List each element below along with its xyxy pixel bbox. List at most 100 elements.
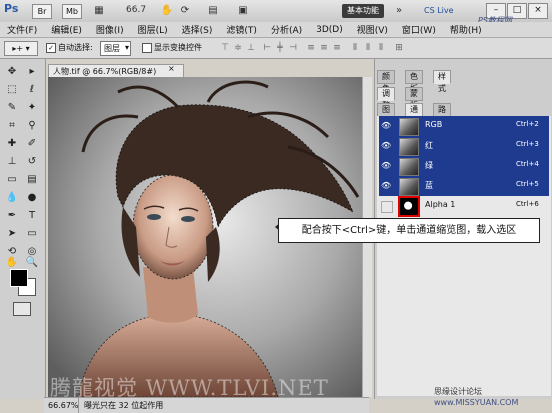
channel-row-green[interactable]: 👁 绿 Ctrl+4	[379, 156, 549, 176]
align-vcenter-icon[interactable]: ≑	[233, 43, 243, 53]
mini-bridge-button[interactable]: Mb	[62, 4, 82, 19]
auto-select-dropdown[interactable]: 图层	[100, 41, 131, 56]
channel-thumbnail[interactable]	[399, 138, 419, 156]
document-tab[interactable]: 人物.tif @ 66.7%(RGB/8#)	[48, 64, 184, 78]
bridge-button[interactable]: Br	[32, 4, 52, 19]
workspace-menu-icon[interactable]: »	[392, 4, 406, 17]
align-bottom-icon[interactable]: ⊥	[246, 43, 256, 53]
hand-tool-icon[interactable]: ✋	[160, 4, 174, 17]
cs-live-button[interactable]: CS Live	[424, 4, 474, 17]
status-info-text: 曝光只在 32 位起作用	[84, 401, 164, 410]
channel-row-red[interactable]: 👁 红 Ctrl+3	[379, 136, 549, 156]
watermark-forum: 思缘设计论坛	[434, 387, 482, 396]
distribute-top-icon[interactable]: ≡	[306, 43, 316, 53]
eye-icon[interactable]: 👁	[381, 161, 391, 171]
dodge-icon[interactable]: ●	[24, 191, 40, 205]
menu-select[interactable]: 选择(S)	[175, 23, 220, 36]
quick-select-icon[interactable]: ✎	[4, 101, 20, 115]
tab-paths[interactable]: 路径	[433, 103, 451, 126]
distribute-right-icon[interactable]: ⫴	[376, 43, 386, 53]
menu-analysis[interactable]: 分析(A)	[264, 23, 309, 36]
channel-name: RGB	[425, 120, 443, 129]
tab-channels[interactable]: 通道	[405, 103, 423, 126]
photoshop-logo: Ps	[4, 2, 19, 15]
gradient-icon[interactable]: ▤	[24, 173, 40, 187]
align-right-icon[interactable]: ⊣	[288, 43, 298, 53]
channel-row-alpha1[interactable]: Alpha 1 Ctrl+6	[379, 196, 549, 217]
zoom-level-dropdown[interactable]: 66.7	[126, 4, 162, 17]
eye-icon[interactable]: 👁	[381, 181, 391, 191]
document-close-icon[interactable]: ×	[168, 64, 175, 73]
application-bar: Ps Br Mb ▦ 66.7 ✋ ⟳ ▤ ▣ 基本功能 » CS Live –…	[0, 0, 552, 23]
path-select-icon[interactable]: ➤	[4, 227, 20, 241]
blur-icon[interactable]: 💧	[4, 191, 20, 205]
tab-layers[interactable]: 图层	[377, 103, 395, 126]
eye-icon[interactable]: 👁	[381, 121, 391, 131]
tab-masks[interactable]: 蒙版	[405, 87, 423, 110]
zoom-icon[interactable]: 🔍	[24, 256, 40, 270]
magic-wand-icon[interactable]: ✦	[24, 101, 40, 115]
menu-help[interactable]: 帮助(H)	[443, 23, 489, 36]
channel-shortcut: Ctrl+2	[516, 120, 539, 128]
instruction-callout: 配合按下<Ctrl>键，单击通道缩览图，载入选区	[278, 218, 540, 243]
show-transform-checkbox[interactable]	[142, 42, 152, 53]
distribute-vcenter-icon[interactable]: ≡	[319, 43, 329, 53]
tab-adjustments[interactable]: 调整	[377, 87, 395, 110]
menu-file[interactable]: 文件(F)	[0, 23, 44, 36]
quick-mask-icon[interactable]	[13, 302, 31, 316]
menu-filter[interactable]: 滤镜(T)	[219, 23, 264, 36]
distribute-hcenter-icon[interactable]: ⫴	[363, 43, 373, 53]
tab-styles[interactable]: 样式	[433, 70, 451, 93]
brush-icon[interactable]: ✐	[24, 137, 40, 151]
distribute-bottom-icon[interactable]: ≡	[332, 43, 342, 53]
menu-layer[interactable]: 图层(L)	[131, 23, 175, 36]
marquee-icon[interactable]: ⬚	[4, 83, 20, 97]
eye-toggle-empty[interactable]	[381, 201, 393, 213]
distribute-left-icon[interactable]: ⫴	[350, 43, 360, 53]
type-icon[interactable]: T	[24, 209, 40, 223]
zoom-status-field[interactable]: 66.67%	[48, 398, 79, 413]
lasso-icon[interactable]: ℓ	[24, 83, 40, 97]
workspace-button[interactable]: 基本功能	[342, 4, 384, 18]
menu-window[interactable]: 窗口(W)	[395, 23, 443, 36]
pen-icon[interactable]: ✒	[4, 209, 20, 223]
channel-thumbnail[interactable]	[399, 158, 419, 176]
foreground-color-swatch[interactable]	[10, 269, 28, 287]
eraser-icon[interactable]: ▭	[4, 173, 20, 187]
menu-edit[interactable]: 编辑(E)	[44, 23, 89, 36]
menu-3d[interactable]: 3D(D)	[309, 25, 350, 35]
eye-icon[interactable]: 👁	[381, 141, 391, 151]
channel-thumbnail[interactable]	[399, 178, 419, 196]
move-icon[interactable]: ✥	[4, 65, 20, 79]
tool-preset-picker[interactable]: ▸+ ▾	[4, 41, 38, 56]
rotate-view-icon[interactable]: ⟳	[178, 4, 192, 17]
auto-align-icon[interactable]: ⊞	[394, 43, 404, 53]
screen-mode-icon[interactable]: ▣	[236, 4, 250, 17]
align-left-icon[interactable]: ⊢	[262, 43, 272, 53]
channel-shortcut: Ctrl+6	[516, 200, 539, 208]
auto-select-label: 自动选择:	[58, 43, 93, 52]
channel-row-blue[interactable]: 👁 蓝 Ctrl+5	[379, 176, 549, 196]
auto-select-checkbox[interactable]: ✓	[46, 42, 56, 53]
align-hcenter-icon[interactable]: ╪	[275, 43, 285, 53]
tab-swatches[interactable]: 色板	[405, 70, 423, 93]
tab-color[interactable]: 颜色	[377, 70, 395, 93]
menu-image[interactable]: 图像(I)	[89, 23, 131, 36]
healing-brush-icon[interactable]: ✚	[4, 137, 20, 151]
eyedropper-icon[interactable]: ⚲	[24, 119, 40, 133]
arrange-documents-icon[interactable]: ▤	[206, 4, 220, 17]
channel-thumbnail[interactable]	[399, 118, 419, 136]
crop-icon[interactable]: ⌗	[4, 119, 20, 133]
status-bar: 66.67% 曝光只在 32 位起作用	[44, 397, 369, 413]
alpha-channel-thumbnail[interactable]	[398, 196, 420, 217]
channel-row-rgb[interactable]: 👁 RGB Ctrl+2	[379, 116, 549, 136]
history-brush-icon[interactable]: ↺	[24, 155, 40, 169]
hand-icon[interactable]: ✋	[4, 256, 20, 270]
align-top-icon[interactable]: ⊤	[220, 43, 230, 53]
view-extras-icon[interactable]: ▦	[92, 4, 106, 17]
stamp-icon[interactable]: ⊥	[4, 155, 20, 169]
watermark-forum-url: www.MISSYUAN.COM	[434, 398, 519, 407]
shape-icon[interactable]: ▭	[24, 227, 40, 241]
menu-view[interactable]: 视图(V)	[350, 23, 395, 36]
arrow-tool-icon[interactable]: ▸	[24, 65, 40, 79]
